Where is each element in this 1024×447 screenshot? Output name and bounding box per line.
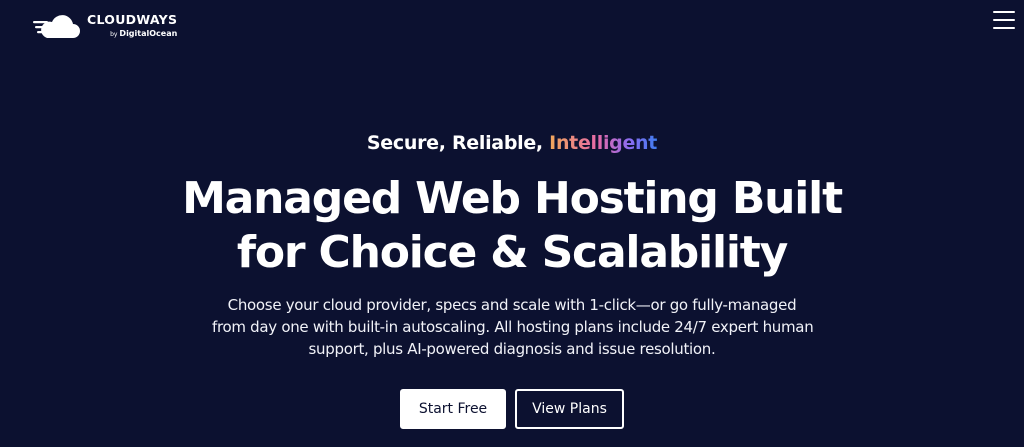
page: CLOUDWAYS by DigitalOcean Secure, Reliabl…	[0, 0, 1024, 447]
eyebrow-plain-text: Secure, Reliable,	[366, 132, 550, 154]
description-line-2: from day one with built-in autoscaling. …	[212, 318, 814, 336]
logo-brand-text: CLOUDWAYS	[87, 12, 178, 28]
hamburger-menu-icon[interactable]	[993, 11, 1015, 29]
start-free-button[interactable]: Start Free	[400, 389, 506, 429]
logo-by-text: by	[110, 30, 118, 38]
logo-digitalocean-text: DigitalOcean	[119, 28, 178, 38]
hero-headline: Managed Web Hosting Built for Choice & S…	[0, 172, 1024, 280]
menu-bar-middle	[993, 19, 1015, 21]
cta-row: Start Free View Plans	[0, 389, 1024, 429]
menu-bar-bottom	[993, 27, 1015, 29]
brand-logo[interactable]: CLOUDWAYS by DigitalOcean	[33, 11, 177, 41]
hero-description: Choose your cloud provider, specs and sc…	[212, 294, 814, 360]
cloud-logo-icon	[33, 15, 80, 39]
headline-line-1: Managed Web Hosting Built	[182, 173, 843, 224]
logo-subtext: by DigitalOcean	[110, 28, 178, 38]
hero-eyebrow: Secure, Reliable, Intelligent	[0, 132, 1024, 154]
logo-wordmark: CLOUDWAYS by DigitalOcean	[87, 14, 177, 38]
view-plans-button[interactable]: View Plans	[515, 389, 624, 429]
menu-bar-top	[993, 11, 1015, 13]
description-line-1: Choose your cloud provider, specs and sc…	[227, 296, 797, 314]
eyebrow-accent-text: Intelligent	[549, 132, 658, 154]
headline-line-2: for Choice & Scalability	[236, 227, 788, 278]
description-line-3: support, plus AI-powered diagnosis and i…	[308, 340, 716, 358]
